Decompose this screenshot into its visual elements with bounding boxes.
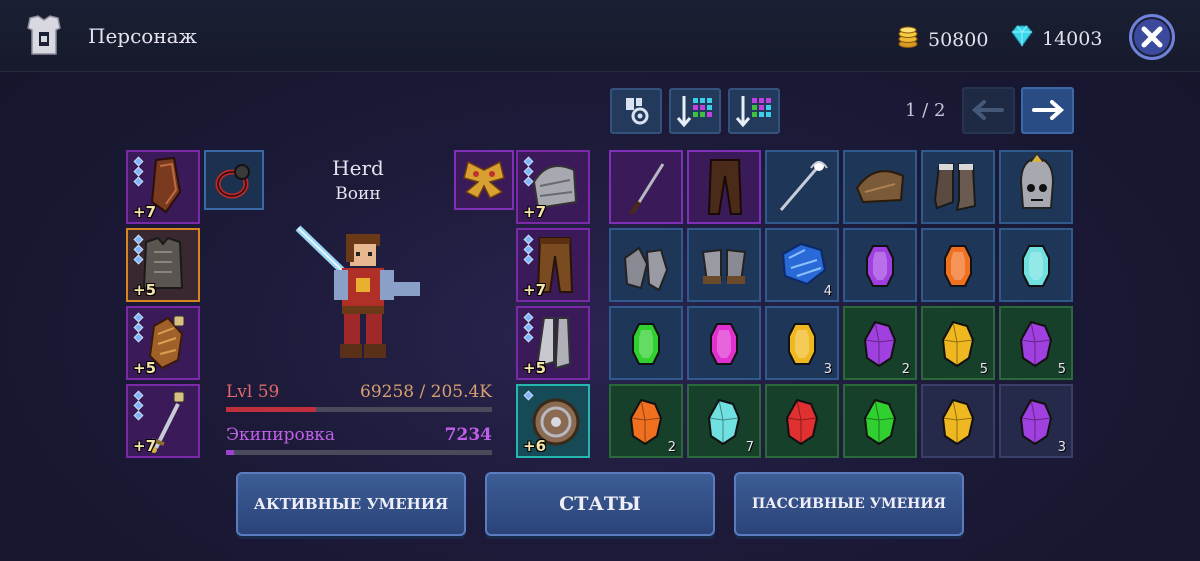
item-count: 2 — [901, 362, 910, 377]
hero-sprite — [290, 222, 430, 372]
hero-class: Воин — [335, 184, 381, 204]
next-page-button[interactable] — [1021, 87, 1074, 134]
equip-slot-ring[interactable] — [204, 150, 264, 210]
xp-label: 69258 / 205.4K — [360, 382, 492, 402]
equip-slot-chest[interactable]: +5 — [126, 228, 200, 302]
inventory-slot[interactable] — [921, 384, 995, 458]
item-count: 5 — [1057, 362, 1066, 377]
equip-slot-gauntlets[interactable]: +5 — [126, 306, 200, 380]
close-button[interactable] — [1129, 14, 1175, 60]
equip-slot-shield[interactable]: +6 — [516, 384, 590, 458]
stats-button[interactable]: СТАТЫ — [485, 472, 715, 536]
sort-button-2[interactable] — [728, 88, 780, 134]
sort-button-1[interactable] — [669, 88, 721, 134]
socket-gems — [133, 390, 144, 422]
inventory-slot[interactable] — [843, 228, 917, 302]
inventory-slot[interactable] — [999, 150, 1073, 224]
inventory-slot[interactable]: 3 — [999, 384, 1073, 458]
socket-gems — [523, 390, 534, 402]
xp-bar-fill — [226, 407, 317, 412]
page-indicator: 1 / 2 — [905, 100, 946, 121]
level-label: Lvl 59 — [226, 382, 280, 402]
inventory-slot[interactable] — [609, 306, 683, 380]
equip-slot-amulet[interactable] — [454, 150, 514, 210]
inventory-slot[interactable]: 5 — [921, 306, 995, 380]
item-count: 3 — [1057, 440, 1066, 455]
item-count: 7 — [745, 440, 754, 455]
inventory-slot[interactable] — [765, 384, 839, 458]
inventory-slot[interactable] — [843, 150, 917, 224]
socket-gems — [523, 312, 534, 344]
item-count: 2 — [667, 440, 676, 455]
filter-gear-icon — [626, 98, 649, 125]
arrow-left-icon — [971, 100, 1004, 120]
upgrade-level: +7 — [523, 203, 547, 221]
close-icon — [1141, 26, 1163, 48]
page-title: Персонаж — [88, 24, 197, 48]
inventory-slot[interactable]: 2 — [609, 384, 683, 458]
upgrade-level: +5 — [133, 359, 157, 377]
arrow-right-icon — [1032, 100, 1065, 120]
level-row: Lvl 59 69258 / 205.4K — [226, 382, 492, 402]
active-skills-button[interactable]: АКТИВНЫЕ УМЕНИЯ — [236, 472, 466, 536]
inventory-slot[interactable]: 4 — [765, 228, 839, 302]
upgrade-level: +6 — [523, 437, 547, 455]
xp-bar — [226, 407, 492, 412]
item-count: 3 — [823, 362, 832, 377]
socket-gems — [133, 312, 144, 344]
character-armor-icon — [26, 14, 62, 56]
inventory-slot[interactable]: 3 — [765, 306, 839, 380]
gems-amount: 14003 — [1042, 27, 1103, 50]
equip-slot-bracers[interactable]: +7 — [126, 150, 200, 224]
filter-button[interactable] — [610, 88, 662, 134]
equipment-label: Экипировка — [226, 425, 336, 445]
equipment-bar-fill — [226, 450, 234, 455]
passive-skills-button[interactable]: ПАССИВНЫЕ УМЕНИЯ — [734, 472, 964, 536]
item-count: 4 — [823, 284, 832, 299]
ring-icon — [215, 164, 250, 199]
top-bar: Персонаж 50800 14003 — [0, 0, 1200, 72]
inventory-slot[interactable]: 5 — [999, 306, 1073, 380]
inventory-slot[interactable]: 2 — [843, 306, 917, 380]
inventory-slot[interactable] — [687, 150, 761, 224]
inventory-slot[interactable] — [765, 150, 839, 224]
equip-slot-pants[interactable]: +7 — [516, 228, 590, 302]
inventory-slot[interactable] — [687, 306, 761, 380]
butterfly-amulet-icon — [463, 160, 505, 200]
equip-slot-boots[interactable]: +5 — [516, 306, 590, 380]
socket-gems — [133, 234, 144, 266]
equipment-score: 7234 — [444, 425, 492, 445]
inventory-slot[interactable] — [999, 228, 1073, 302]
hero-name: Herd — [332, 156, 384, 180]
inventory-slot[interactable]: 7 — [687, 384, 761, 458]
equipment-bar — [226, 450, 492, 455]
upgrade-level: +7 — [133, 203, 157, 221]
upgrade-level: +5 — [523, 359, 547, 377]
inventory-slot[interactable] — [921, 228, 995, 302]
upgrade-level: +7 — [523, 281, 547, 299]
inventory-slot[interactable] — [687, 228, 761, 302]
gems-counter: 14003 — [1010, 25, 1102, 52]
gold-amount: 50800 — [928, 28, 989, 51]
sort-down-icon — [676, 96, 712, 128]
inventory-slot[interactable] — [921, 150, 995, 224]
socket-gems — [523, 234, 534, 266]
inventory-slot[interactable] — [609, 228, 683, 302]
inventory-slot[interactable] — [843, 384, 917, 458]
socket-gems — [523, 156, 534, 188]
gold-counter: 50800 — [896, 25, 988, 54]
upgrade-level: +7 — [133, 437, 157, 455]
upgrade-level: +5 — [133, 281, 157, 299]
equip-slot-weapon[interactable]: +7 — [126, 384, 200, 458]
item-count: 5 — [979, 362, 988, 377]
sort-down-icon — [735, 96, 771, 128]
gold-coins-icon — [896, 25, 920, 54]
prev-page-button[interactable] — [962, 87, 1015, 134]
equip-slot-shoulders[interactable]: +7 — [516, 150, 590, 224]
diamond-icon — [1010, 25, 1034, 52]
inventory-slot[interactable] — [609, 150, 683, 224]
socket-gems — [133, 156, 144, 188]
equipment-score-row: Экипировка 7234 — [226, 425, 492, 445]
